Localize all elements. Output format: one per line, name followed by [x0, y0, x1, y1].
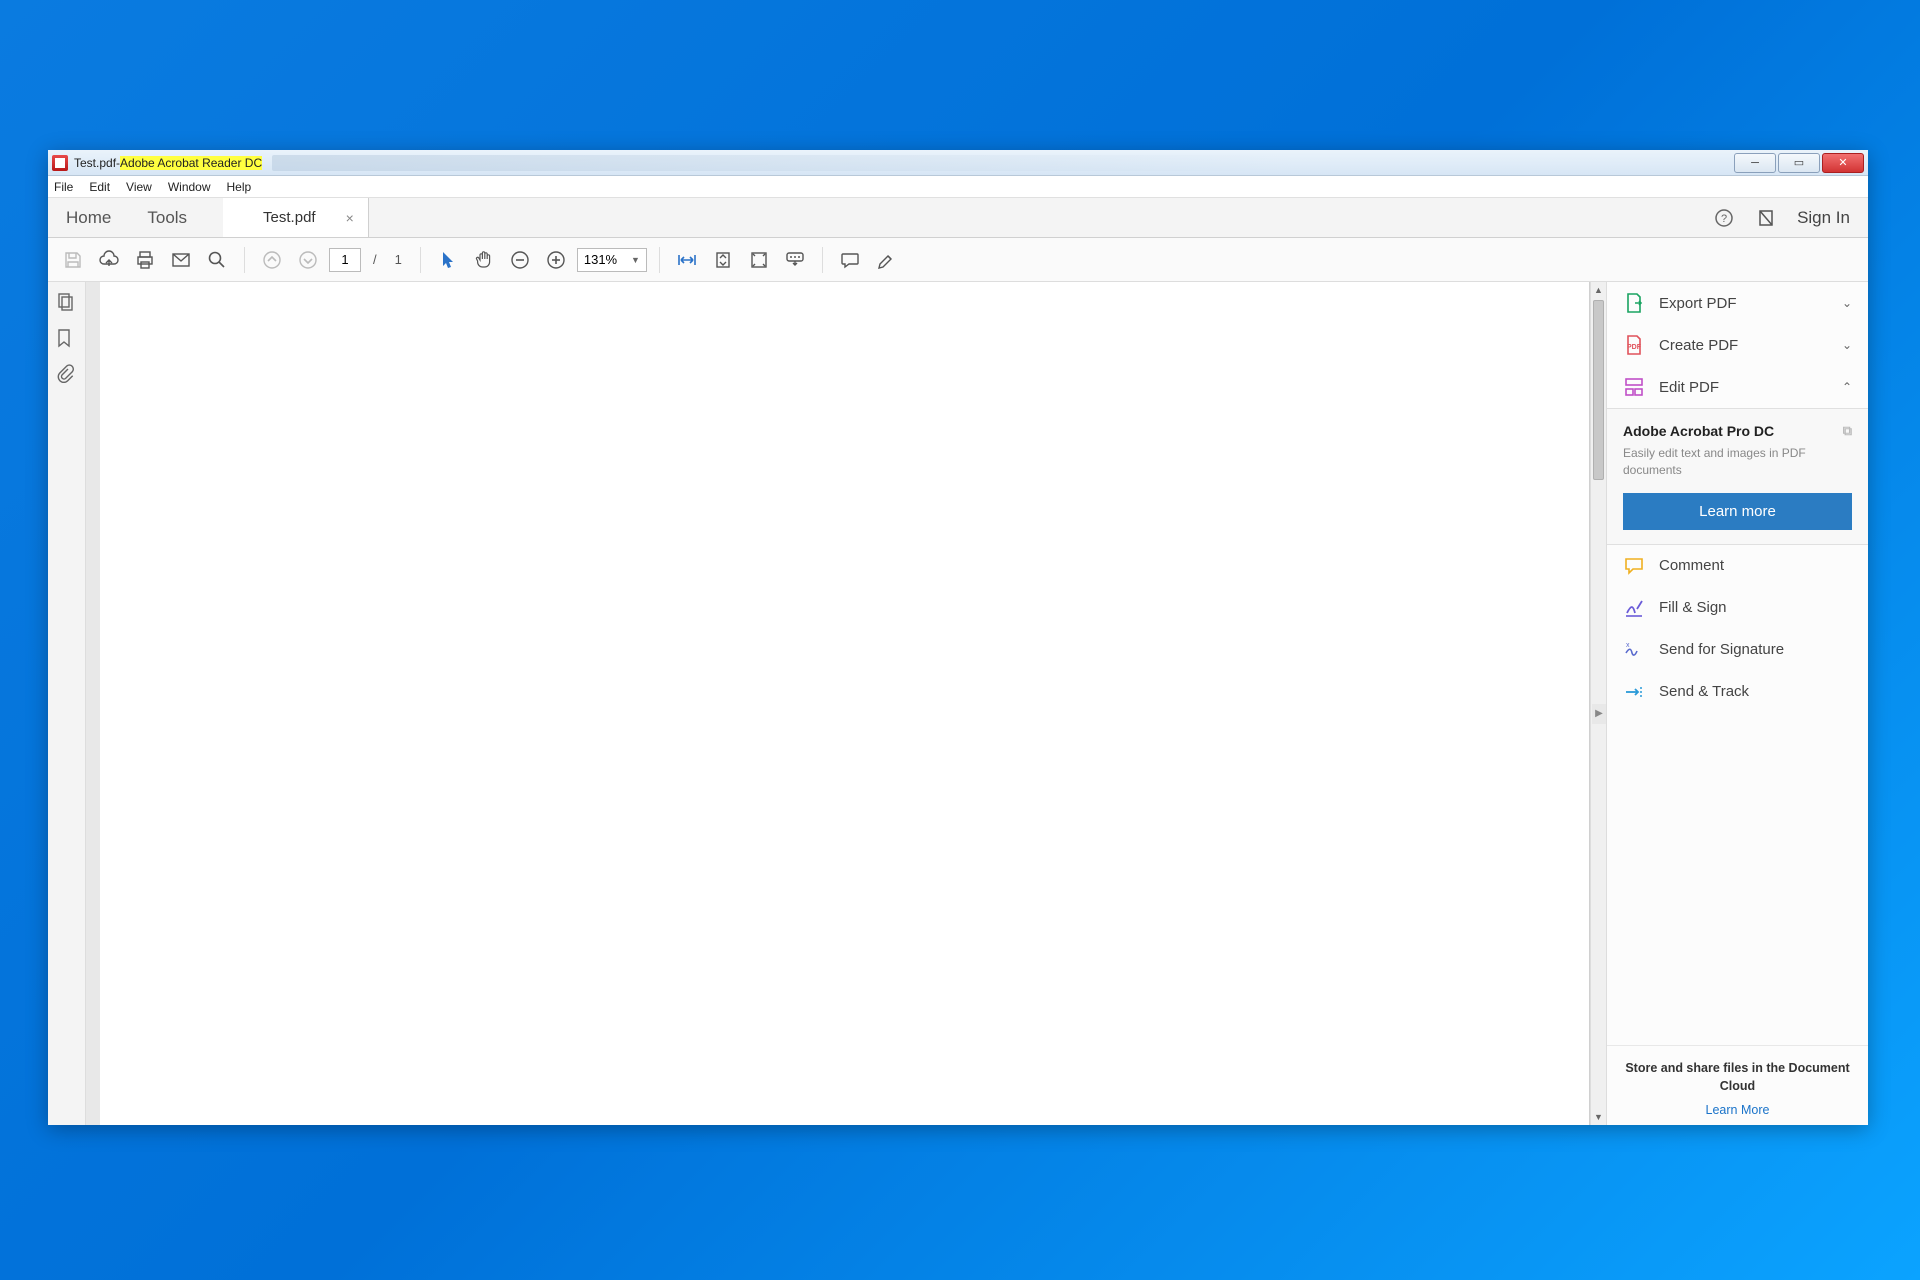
send-track-icon	[1623, 681, 1645, 703]
edit-pdf-icon	[1623, 376, 1645, 398]
minimize-button[interactable]: ─	[1734, 153, 1776, 173]
zoom-in-icon[interactable]	[541, 245, 571, 275]
page-number-input[interactable]	[329, 248, 361, 272]
tool-export-pdf[interactable]: Export PDF ⌄	[1607, 282, 1868, 324]
document-viewport: ◀ ▲ ▼ ▶	[86, 282, 1606, 1125]
dropdown-caret-icon: ▼	[631, 255, 640, 265]
fullscreen-icon[interactable]	[744, 245, 774, 275]
tool-create-pdf[interactable]: PDF Create PDF ⌄	[1607, 324, 1868, 366]
menu-file[interactable]: File	[54, 180, 73, 194]
fill-sign-icon	[1623, 597, 1645, 619]
tool-label: Send for Signature	[1659, 641, 1784, 658]
tab-document-label: Test.pdf	[263, 209, 316, 226]
menu-window[interactable]: Window	[168, 180, 211, 194]
tool-label: Edit PDF	[1659, 379, 1719, 396]
promo-description: Easily edit text and images in PDF docum…	[1623, 445, 1852, 479]
print-icon[interactable]	[130, 245, 160, 275]
tool-label: Send & Track	[1659, 683, 1749, 700]
svg-text:x: x	[1626, 642, 1630, 649]
window-title-app: Adobe Acrobat Reader DC	[120, 156, 262, 170]
scroll-up-icon[interactable]: ▲	[1591, 282, 1606, 298]
chevron-down-icon: ⌄	[1842, 338, 1852, 352]
toolbar: / 1 131% ▼	[48, 238, 1868, 282]
selection-tool-icon[interactable]	[433, 245, 463, 275]
promo-title: Adobe Acrobat Pro DC	[1623, 423, 1774, 439]
left-navigation-pane	[48, 282, 86, 1125]
zoom-out-icon[interactable]	[505, 245, 535, 275]
sign-in-link[interactable]: Sign In	[1797, 208, 1850, 228]
tool-fill-sign[interactable]: Fill & Sign	[1607, 587, 1868, 629]
cloud-promo-title: Store and share files in the Document Cl…	[1625, 1060, 1850, 1095]
learn-more-button[interactable]: Learn more	[1623, 493, 1852, 530]
tab-home[interactable]: Home	[48, 198, 129, 237]
window-controls: ─ ▭ ✕	[1734, 153, 1864, 173]
page-separator: /	[367, 252, 383, 267]
scroll-down-icon[interactable]: ▼	[1591, 1109, 1606, 1125]
zoom-level-value: 131%	[584, 252, 617, 267]
tool-label: Create PDF	[1659, 337, 1738, 354]
svg-text:PDF: PDF	[1627, 344, 1642, 351]
promo-copy-icon: ⧉	[1843, 423, 1852, 439]
read-mode-icon[interactable]	[780, 245, 810, 275]
attachments-icon[interactable]	[56, 364, 78, 386]
cloud-promo-link[interactable]: Learn More	[1625, 1103, 1850, 1117]
bookmarks-icon[interactable]	[56, 328, 78, 350]
hand-tool-icon[interactable]	[469, 245, 499, 275]
tools-pane: Export PDF ⌄ PDF Create PDF ⌄ Edit PDF ⌃…	[1606, 282, 1868, 1125]
export-pdf-icon	[1623, 292, 1645, 314]
scrollbar-thumb[interactable]	[1593, 300, 1604, 480]
menu-edit[interactable]: Edit	[89, 180, 110, 194]
page-total: 1	[389, 252, 408, 267]
tab-document[interactable]: Test.pdf ×	[223, 198, 369, 237]
tool-label: Export PDF	[1659, 295, 1737, 312]
page-scroll-area[interactable]	[86, 282, 1590, 1125]
app-window: Test.pdf - Adobe Acrobat Reader DC ─ ▭ ✕…	[48, 150, 1868, 1125]
close-button[interactable]: ✕	[1822, 153, 1864, 173]
titlebar-background-tabs	[272, 155, 1734, 171]
fit-width-icon[interactable]	[672, 245, 702, 275]
tool-send-track[interactable]: Send & Track	[1607, 671, 1868, 713]
comment-icon[interactable]	[835, 245, 865, 275]
chevron-up-icon: ⌃	[1842, 380, 1852, 394]
comment-tool-icon	[1623, 555, 1645, 577]
create-pdf-icon: PDF	[1623, 334, 1645, 356]
thumbnails-icon[interactable]	[56, 292, 78, 314]
tool-send-signature[interactable]: x Send for Signature	[1607, 629, 1868, 671]
menu-view[interactable]: View	[126, 180, 152, 194]
content-area: ◀ ▲ ▼ ▶ Export PDF ⌄ PDF Create PDF ⌄	[48, 282, 1868, 1125]
save-icon[interactable]	[58, 245, 88, 275]
pdf-page	[100, 282, 1590, 1125]
svg-text:?: ?	[1721, 213, 1727, 225]
collapse-right-handle[interactable]: ▶	[1592, 704, 1606, 724]
titlebar: Test.pdf - Adobe Acrobat Reader DC ─ ▭ ✕	[48, 150, 1868, 176]
tool-label: Comment	[1659, 557, 1724, 574]
send-signature-icon: x	[1623, 639, 1645, 661]
page-down-icon[interactable]	[293, 245, 323, 275]
pdf-file-icon	[52, 155, 68, 171]
cloud-promo: Store and share files in the Document Cl…	[1607, 1045, 1868, 1125]
tab-close-icon[interactable]: ×	[346, 210, 354, 226]
zoom-level-dropdown[interactable]: 131% ▼	[577, 248, 647, 272]
search-icon[interactable]	[202, 245, 232, 275]
maximize-button[interactable]: ▭	[1778, 153, 1820, 173]
tabbar: Home Tools Test.pdf × ? Sign In	[48, 198, 1868, 238]
email-icon[interactable]	[166, 245, 196, 275]
tab-tools[interactable]: Tools	[129, 198, 205, 237]
menu-help[interactable]: Help	[227, 180, 252, 194]
cloud-upload-icon[interactable]	[94, 245, 124, 275]
window-title-filename: Test.pdf	[74, 156, 116, 170]
notifications-icon[interactable]	[1755, 207, 1777, 229]
page-up-icon[interactable]	[257, 245, 287, 275]
chevron-down-icon: ⌄	[1842, 296, 1852, 310]
fit-page-icon[interactable]	[708, 245, 738, 275]
tool-label: Fill & Sign	[1659, 599, 1727, 616]
menubar: File Edit View Window Help	[48, 176, 1868, 198]
help-icon[interactable]: ?	[1713, 207, 1735, 229]
highlight-icon[interactable]	[871, 245, 901, 275]
tool-edit-pdf[interactable]: Edit PDF ⌃	[1607, 366, 1868, 408]
tool-comment[interactable]: Comment	[1607, 545, 1868, 587]
edit-pdf-promo: Adobe Acrobat Pro DC ⧉ Easily edit text …	[1607, 408, 1868, 545]
